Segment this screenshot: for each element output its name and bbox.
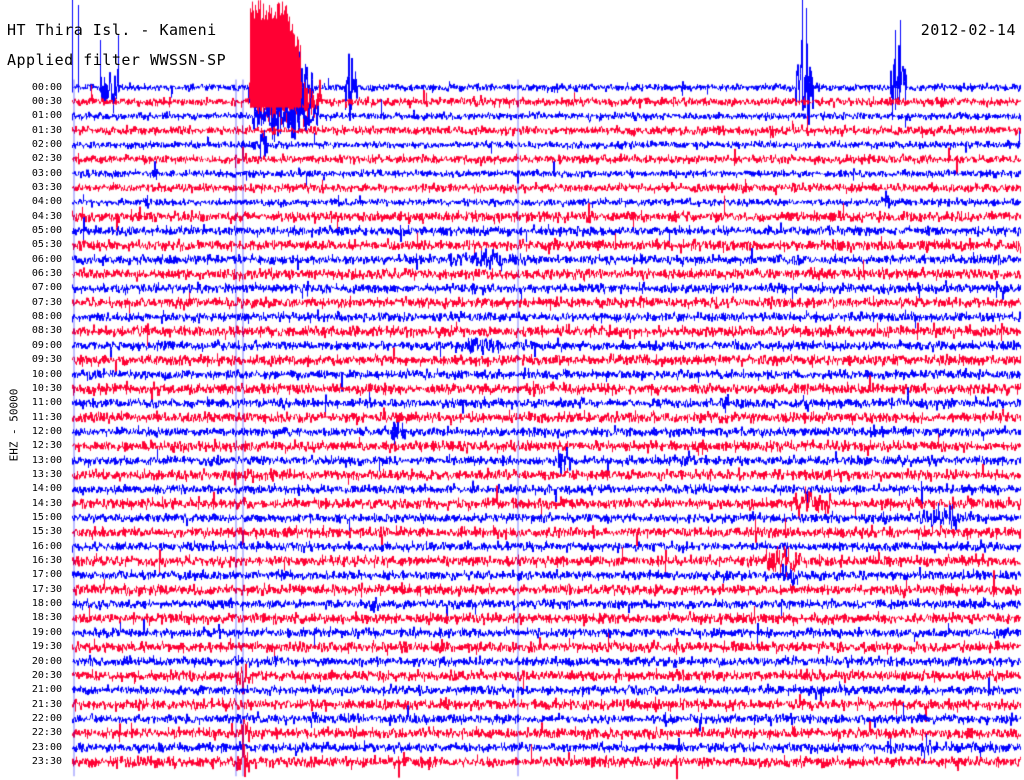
time-tick-label: 11:00 bbox=[31, 397, 62, 409]
time-tick-label: 00:30 bbox=[31, 95, 62, 107]
time-tick-label: 22:00 bbox=[31, 712, 62, 724]
time-tick-label: 16:30 bbox=[31, 555, 62, 567]
time-tick-label: 09:00 bbox=[31, 339, 62, 351]
time-tick-label: 13:00 bbox=[31, 454, 62, 466]
time-tick-label: 06:00 bbox=[31, 253, 62, 265]
time-tick-label: 23:30 bbox=[31, 755, 62, 767]
time-tick-label: 01:30 bbox=[31, 124, 62, 136]
time-tick-label: 17:30 bbox=[31, 583, 62, 595]
time-tick-label: 22:30 bbox=[31, 727, 62, 739]
time-tick-label: 18:00 bbox=[31, 598, 62, 610]
time-tick-label: 19:00 bbox=[31, 626, 62, 638]
time-tick-label: 17:00 bbox=[31, 569, 62, 581]
time-tick-label: 12:00 bbox=[31, 425, 62, 437]
time-axis: 00:00 00:30 01:00 01:30 02:00 02:30 03:00 03:30… bbox=[0, 0, 70, 780]
time-tick-label: 15:30 bbox=[31, 526, 62, 538]
time-tick-label: 05:30 bbox=[31, 239, 62, 251]
time-tick-label: 04:30 bbox=[31, 210, 62, 222]
time-tick-label: 19:30 bbox=[31, 641, 62, 653]
time-tick-label: 10:30 bbox=[31, 382, 62, 394]
time-tick-label: 08:00 bbox=[31, 311, 62, 323]
time-tick-label: 21:30 bbox=[31, 698, 62, 710]
time-tick-label: 04:00 bbox=[31, 196, 62, 208]
record-date: 2012-02-14 bbox=[920, 21, 1016, 39]
time-tick-label: 16:00 bbox=[31, 540, 62, 552]
time-tick-label: 20:30 bbox=[31, 669, 62, 681]
time-tick-label: 14:00 bbox=[31, 483, 62, 495]
time-tick-label: 01:00 bbox=[31, 110, 62, 122]
time-tick-label: 23:00 bbox=[31, 741, 62, 753]
time-tick-label: 05:00 bbox=[31, 225, 62, 236]
time-tick-label: 12:30 bbox=[31, 440, 62, 452]
time-tick-label: 14:30 bbox=[31, 497, 62, 509]
time-tick-label: 10:00 bbox=[31, 368, 62, 380]
time-tick-label: 18:30 bbox=[31, 612, 62, 624]
time-tick-label: 11:30 bbox=[31, 411, 62, 423]
time-tick-label: 21:00 bbox=[31, 684, 62, 696]
time-tick-label: 02:30 bbox=[31, 153, 62, 165]
time-tick-label: 03:30 bbox=[31, 181, 62, 193]
time-tick-label: 00:00 bbox=[31, 81, 62, 93]
time-tick-label: 02:00 bbox=[31, 138, 62, 150]
time-tick-label: 15:00 bbox=[31, 512, 62, 523]
time-tick-label: 08:30 bbox=[31, 325, 62, 337]
time-tick-label: 06:30 bbox=[31, 268, 62, 280]
time-tick-label: 07:00 bbox=[31, 282, 62, 294]
time-tick-label: 13:30 bbox=[31, 468, 62, 480]
time-tick-label: 03:00 bbox=[31, 167, 62, 179]
time-tick-label: 07:30 bbox=[31, 296, 62, 308]
time-tick-label: 20:00 bbox=[31, 655, 62, 667]
helicorder-plot bbox=[0, 0, 1024, 780]
time-tick-label: 09:30 bbox=[31, 354, 62, 366]
